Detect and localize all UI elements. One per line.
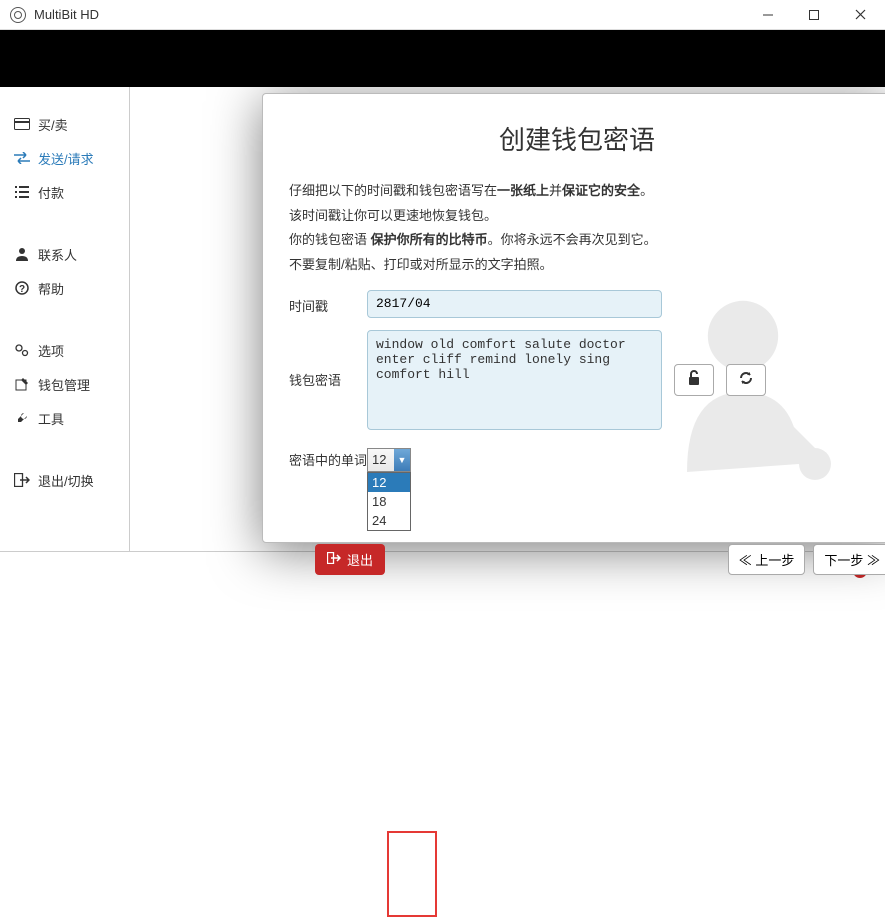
signout-icon [327,552,341,567]
timestamp-label: 时间戳 [289,290,367,315]
wordcount-label: 密语中的单词 [289,450,367,469]
sidebar-item-help[interactable]: ? 帮助 [0,271,129,305]
dialog-instructions: 仔细把以下的时间戳和钱包密语写在一张纸上并保证它的安全。 该时间戳让你可以更速地… [289,179,865,278]
sidebar-item-label: 买/卖 [38,115,68,134]
sidebar-item-contacts[interactable]: 联系人 [0,237,129,271]
sidebar-item-label: 帮助 [38,279,64,298]
transfer-icon [14,150,30,166]
timestamp-input[interactable] [367,290,662,318]
svg-text:?: ? [19,284,25,295]
next-button[interactable]: 下一步 ≫ [813,544,885,575]
sidebar-item-label: 退出/切换 [38,471,94,490]
unlock-icon [686,370,702,389]
sidebar-item-sendrequest[interactable]: 发送/请求 [0,141,129,175]
list-icon [14,184,30,200]
exit-button[interactable]: 退出 [315,544,385,575]
sidebar-item-buysell[interactable]: 买/卖 [0,107,129,141]
edit-icon [14,376,30,392]
chevron-right-icon: ≫ [863,553,880,568]
wordcount-select[interactable]: 12 ▼ [367,448,411,472]
maximize-button[interactable] [791,0,837,30]
app-icon [10,7,26,23]
prev-button[interactable]: ≪ 上一步 [728,544,806,575]
credit-card-icon [14,116,30,132]
chevron-left-icon: ≪ [739,553,756,568]
wordcount-dropdown: 12 18 24 [367,472,411,531]
callout-highlight [387,831,437,917]
wordcount-option[interactable]: 12 [368,473,410,492]
sidebar-item-label: 发送/请求 [38,149,94,168]
wordcount-option[interactable]: 18 [368,492,410,511]
minimize-button[interactable] [745,0,791,30]
sidebar: 买/卖 发送/请求 付款 联系人 ? 帮助 选项 钱包管理 [0,87,130,551]
signout-icon [14,472,30,488]
refresh-button[interactable] [726,364,766,396]
sidebar-item-label: 工具 [38,409,64,428]
sidebar-item-options[interactable]: 选项 [0,333,129,367]
seed-label: 钱包密语 [289,330,367,389]
help-icon: ? [14,280,30,296]
titlebar: MultiBit HD [0,0,885,30]
create-wallet-dialog: 创建钱包密语 仔细把以下的时间戳和钱包密语写在一张纸上并保证它的安全。 该时间戳… [262,93,885,543]
unlock-button[interactable] [674,364,714,396]
sidebar-item-exit[interactable]: 退出/切换 [0,463,129,497]
header-banner [0,30,885,87]
wrench-icon [14,410,30,426]
seed-textarea[interactable]: window old comfort salute doctor enter c… [367,330,662,430]
sidebar-item-label: 选项 [38,341,64,360]
wordcount-option[interactable]: 24 [368,511,410,530]
window-title: MultiBit HD [34,7,99,22]
sidebar-item-walletmgmt[interactable]: 钱包管理 [0,367,129,401]
sidebar-item-tools[interactable]: 工具 [0,401,129,435]
sidebar-item-label: 付款 [38,183,64,202]
dialog-title: 创建钱包密语 [289,120,865,157]
refresh-icon [738,370,754,389]
sidebar-item-payments[interactable]: 付款 [0,175,129,209]
chevron-down-icon: ▼ [394,449,410,471]
sidebar-item-label: 钱包管理 [38,375,90,394]
gears-icon [14,342,30,358]
content-area: 创建钱包密语 仔细把以下的时间戳和钱包密语写在一张纸上并保证它的安全。 该时间戳… [130,87,885,551]
sidebar-item-label: 联系人 [38,245,77,264]
user-icon [14,246,30,262]
close-button[interactable] [837,0,883,30]
